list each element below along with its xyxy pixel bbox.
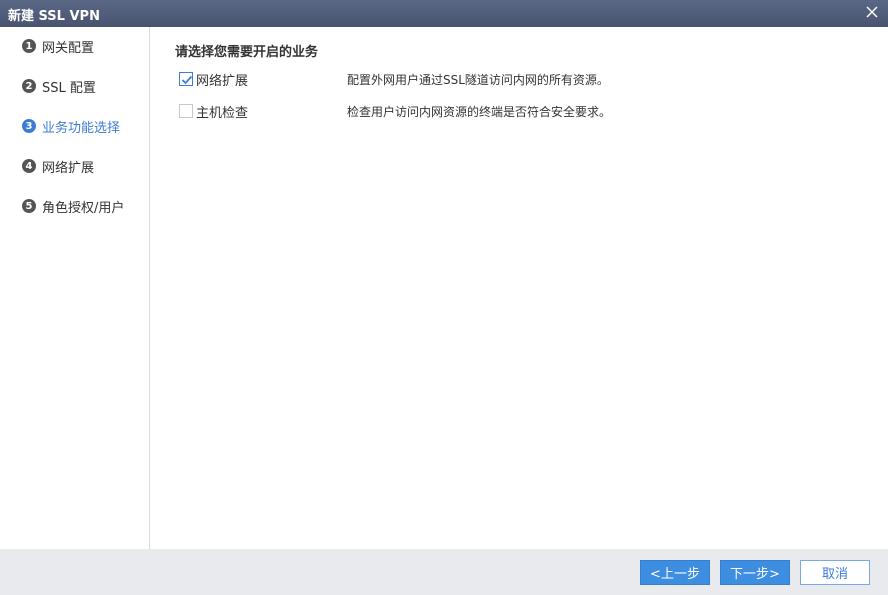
step-ssl-config[interactable]: 2 SSL 配置 (22, 76, 96, 96)
option-description: 配置外网用户通过SSL隧道访问内网的所有资源。 (347, 73, 609, 87)
host-check-checkbox[interactable] (179, 104, 193, 118)
main-panel: 请选择您需要开启的业务 网络扩展 配置外网用户通过SSL隧道访问内网的所有资源。… (151, 27, 888, 549)
step-network-extension[interactable]: 4 网络扩展 (22, 156, 94, 176)
network-extension-checkbox[interactable] (179, 72, 193, 86)
step-service-selection[interactable]: 3 业务功能选择 (22, 116, 120, 136)
option-label[interactable]: 网络扩展 (196, 70, 248, 89)
section-heading: 请选择您需要开启的业务 (175, 45, 319, 60)
step-number-icon: 5 (22, 199, 36, 213)
footer-bar: <上一步 下一步> 取消 (0, 549, 888, 595)
step-label: 业务功能选择 (42, 120, 121, 136)
step-label: 网关配置 (42, 40, 95, 56)
option-host-check[interactable]: 主机检查 (179, 102, 248, 121)
step-role-authorization[interactable]: 5 角色授权/用户 (22, 196, 124, 216)
option-description: 检查用户访问内网资源的终端是否符合安全要求。 (347, 105, 612, 119)
step-number-icon: 1 (22, 39, 36, 53)
title-bar: 新建 SSL VPN (0, 0, 888, 27)
window-title: 新建 SSL VPN (8, 9, 100, 24)
step-number-icon: 2 (22, 79, 36, 93)
step-gateway-config[interactable]: 1 网关配置 (22, 36, 94, 56)
checkmark-icon (181, 75, 193, 85)
close-icon[interactable] (862, 2, 882, 22)
step-number-icon: 3 (22, 119, 36, 133)
step-label: SSL 配置 (42, 80, 96, 96)
step-label: 角色授权/用户 (42, 200, 125, 216)
cancel-button[interactable]: 取消 (800, 560, 870, 585)
step-label: 网络扩展 (42, 160, 95, 176)
next-button[interactable]: 下一步> (720, 560, 790, 585)
wizard-steps: 1 网关配置 2 SSL 配置 3 业务功能选择 4 网络扩展 5 角色授权/用… (0, 27, 150, 549)
prev-button[interactable]: <上一步 (640, 560, 710, 585)
option-label[interactable]: 主机检查 (196, 102, 248, 121)
step-number-icon: 4 (22, 159, 36, 173)
option-network-extension[interactable]: 网络扩展 (179, 70, 248, 89)
